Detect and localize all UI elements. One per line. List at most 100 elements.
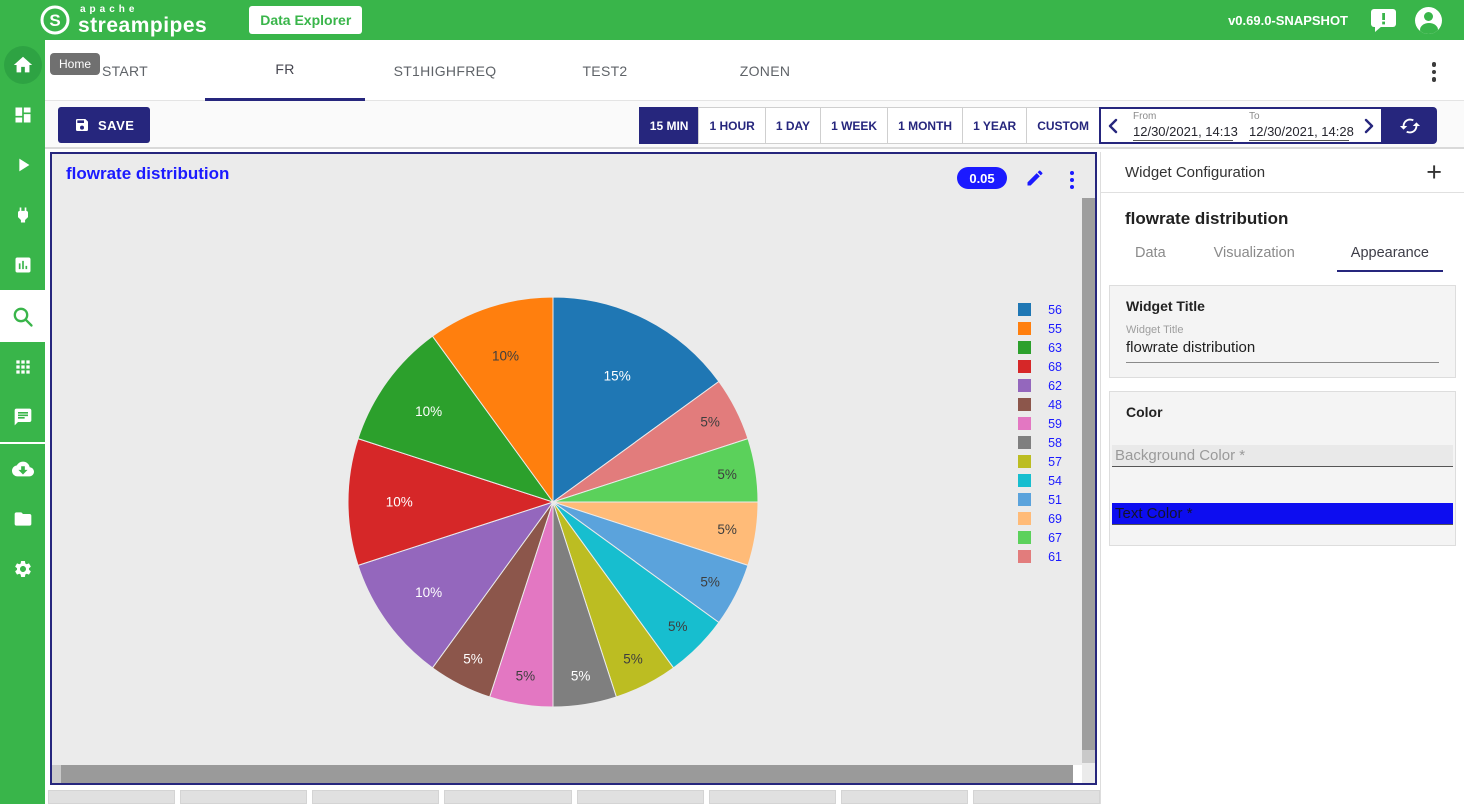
range-custom-button[interactable]: CUSTOM [1026,107,1100,144]
sidebar-item-settings[interactable] [0,544,45,594]
to-date-field[interactable]: To 12/30/2021, 14:28 [1241,109,1357,142]
pie-slice-label: 5% [668,619,688,634]
panel-tab-visualization[interactable]: Visualization [1208,245,1301,272]
horizontal-scrollbar[interactable] [52,765,1082,783]
range-15min-button[interactable]: 15 MIN [639,107,700,144]
panel-tab-appearance[interactable]: Appearance [1337,245,1443,272]
sidebar-item-files[interactable] [0,494,45,544]
chevron-left-icon[interactable] [1101,109,1125,142]
tab-test2[interactable]: TEST2 [525,40,685,101]
legend-label: 59 [1040,417,1062,431]
user-avatar-icon[interactable] [1415,7,1442,34]
pie-slice-label: 5% [717,467,737,482]
pie-slice-label: 10% [386,495,413,510]
sidebar-item-notifications[interactable] [0,392,45,442]
sidebar-item-connect[interactable] [0,190,45,240]
apps-grid-icon [13,357,33,377]
legend-item[interactable]: 69 [1018,509,1074,528]
widget-menu-icon[interactable] [1070,168,1074,192]
tab-fr[interactable]: FR [205,40,365,101]
horizontal-scrollbar-thumb[interactable] [61,765,1073,783]
legend-label: 67 [1040,531,1062,545]
play-icon [12,154,34,176]
widget-title-field-label: Widget Title [1126,324,1439,336]
legend-item[interactable]: 55 [1018,319,1074,338]
widget-title: flowrate distribution [66,164,229,184]
tab-st1highfreq[interactable]: ST1HIGHFREQ [365,40,525,101]
sidebar-item-install-elements[interactable] [0,444,45,494]
legend-item[interactable]: 51 [1018,490,1074,509]
sidebar-item-data-explorer[interactable] [0,292,45,342]
dashboard-icon [13,105,33,125]
chat-icon [13,407,33,427]
legend-item[interactable]: 68 [1018,357,1074,376]
feedback-icon[interactable] [1370,8,1397,33]
pie-slice-label: 5% [717,522,737,537]
gear-icon [13,559,33,579]
refresh-button[interactable] [1383,107,1437,144]
range-1hour-button[interactable]: 1 HOUR [698,107,765,144]
range-1year-button[interactable]: 1 YEAR [962,107,1027,144]
legend-item[interactable]: 61 [1018,547,1074,566]
data-explorer-badge[interactable]: Data Explorer [249,6,362,34]
color-card-heading: Color [1126,404,1455,420]
date-range-picker: From 12/30/2021, 14:13 To 12/30/2021, 14… [1099,107,1383,144]
text-color-input[interactable]: Text Color * [1112,503,1453,525]
panel-widget-name: flowrate distribution [1125,209,1464,229]
legend-label: 62 [1040,379,1062,393]
range-1day-button[interactable]: 1 DAY [765,107,821,144]
edit-pencil-icon[interactable] [1025,168,1045,188]
vertical-scrollbar[interactable] [1082,198,1095,764]
widget-title-card: Widget Title Widget Title flowrate distr… [1109,285,1456,378]
legend-item[interactable]: 59 [1018,414,1074,433]
range-1week-button[interactable]: 1 WEEK [820,107,888,144]
legend-label: 51 [1040,493,1062,507]
color-card: Color Background Color * Text Color * [1109,391,1456,546]
grid-cell [444,790,571,804]
sidebar-item-apps[interactable] [0,342,45,392]
refresh-interval-badge[interactable]: 0.05 [957,167,1007,189]
main-sidebar [0,40,45,804]
plug-icon [13,205,33,225]
legend-swatch [1018,417,1031,430]
add-widget-icon[interactable]: + [1426,162,1442,182]
streampipes-logo[interactable]: S apache streampipes [38,3,207,37]
legend-item[interactable]: 62 [1018,376,1074,395]
pie-chart-widget: flowrate distribution 0.05 15%5%5%5%5%5%… [50,152,1097,785]
tab-overflow-menu-icon[interactable] [1432,59,1437,85]
pie-slice-label: 5% [700,575,720,590]
sidebar-item-dashboard[interactable] [0,240,45,290]
home-chip[interactable]: Home [50,53,100,75]
legend-item[interactable]: 67 [1018,528,1074,547]
sidebar-item-pipelines[interactable] [0,140,45,190]
chevron-right-icon[interactable] [1357,109,1381,142]
from-date-field[interactable]: From 12/30/2021, 14:13 [1125,109,1241,142]
panel-tab-data[interactable]: Data [1129,245,1172,272]
sidebar-item-pipeline-overview[interactable] [0,90,45,140]
legend-item[interactable]: 57 [1018,452,1074,471]
legend-label: 48 [1040,398,1062,412]
search-icon [11,305,35,329]
range-1month-button[interactable]: 1 MONTH [887,107,963,144]
save-button[interactable]: SAVE [58,107,150,143]
time-range-selector: 15 MIN 1 HOUR 1 DAY 1 WEEK 1 MONTH 1 YEA… [640,107,1437,144]
legend-item[interactable]: 63 [1018,338,1074,357]
legend-item[interactable]: 54 [1018,471,1074,490]
legend-label: 63 [1040,341,1062,355]
pie-slice-label: 15% [604,369,631,384]
legend-swatch [1018,550,1031,563]
legend-item[interactable]: 56 [1018,300,1074,319]
widget-title-card-heading: Widget Title [1126,298,1455,314]
pie-slice-label: 10% [492,348,519,363]
sidebar-item-home[interactable] [0,40,45,90]
pie-chart: 15%5%5%5%5%5%5%5%5%5%10%10%10%10% [333,282,773,722]
vertical-scrollbar-thumb[interactable] [1082,198,1095,750]
background-color-input[interactable]: Background Color * [1112,445,1453,467]
legend-item[interactable]: 58 [1018,433,1074,452]
widget-title-input[interactable]: flowrate distribution [1126,339,1439,363]
tab-zonen[interactable]: ZONEN [685,40,845,101]
grid-cell [841,790,968,804]
grid-cell [577,790,704,804]
legend-item[interactable]: 48 [1018,395,1074,414]
logo-streampipes-text: streampipes [78,15,207,36]
